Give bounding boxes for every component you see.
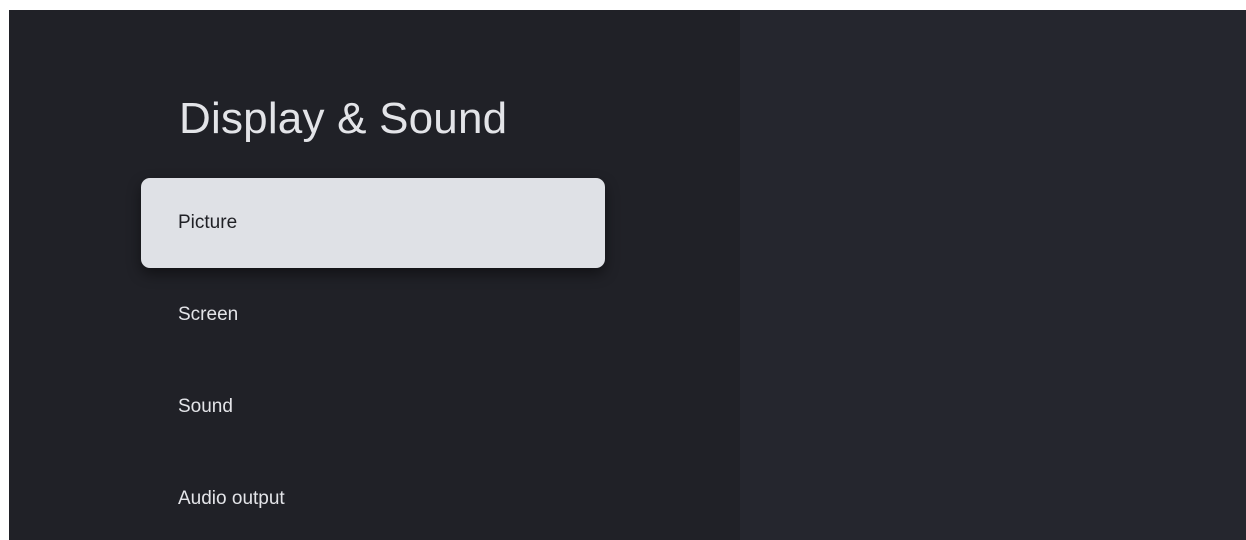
menu-item-screen[interactable]: Screen xyxy=(141,270,605,360)
menu-item-audio-output[interactable]: Audio output xyxy=(141,454,605,540)
settings-menu: Picture Screen Sound Audio output xyxy=(141,178,605,540)
menu-item-picture[interactable]: Picture xyxy=(141,178,605,268)
menu-item-sound[interactable]: Sound xyxy=(141,362,605,452)
settings-screen: Display & Sound Picture Screen Sound Aud… xyxy=(9,10,1246,540)
detail-panel xyxy=(740,10,1246,540)
page-title: Display & Sound xyxy=(179,94,508,143)
settings-menu-panel: Display & Sound Picture Screen Sound Aud… xyxy=(9,10,740,540)
